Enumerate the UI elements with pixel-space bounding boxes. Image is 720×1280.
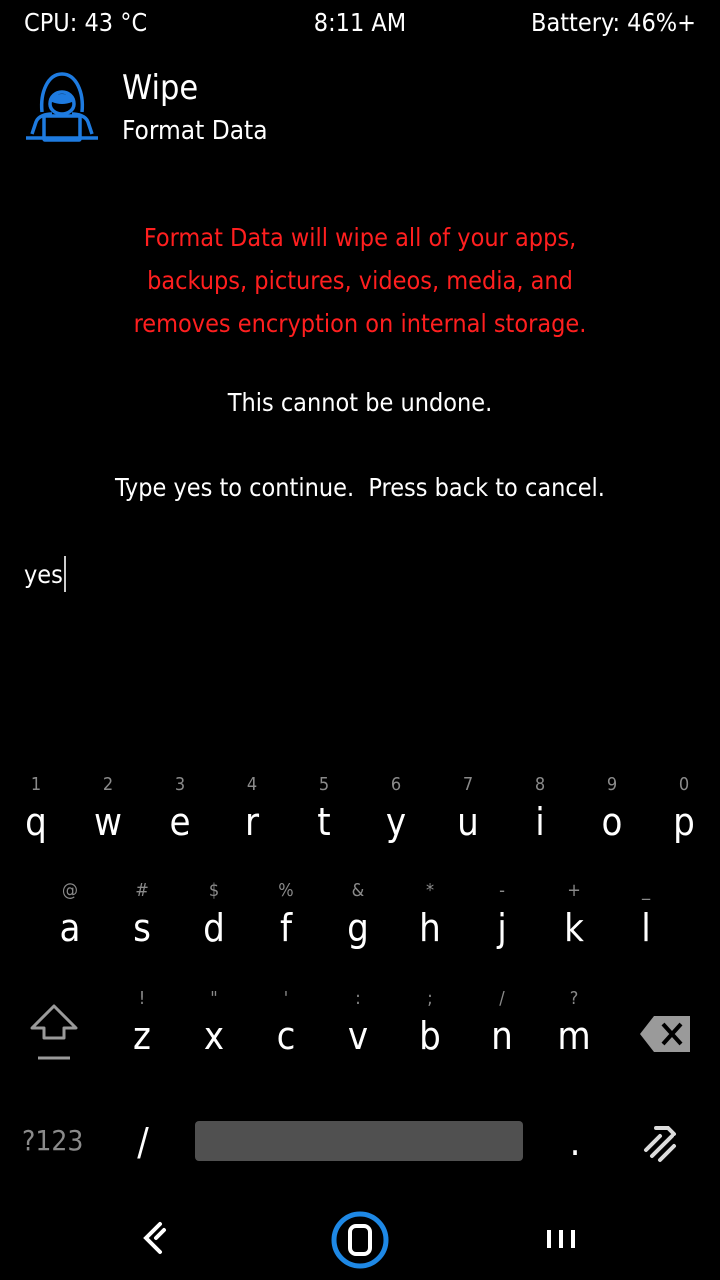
key-label: y [385,800,407,844]
warning-line: backups, pictures, videos, media, and [147,266,573,295]
key-hint: 1 [30,774,42,795]
key-label: s [133,906,151,950]
key-label: i [535,800,545,844]
warning-message: Format Data will wipe all of your apps, … [0,216,720,345]
key-hint: # [135,880,149,901]
key-label: k [564,906,584,950]
key-hint: 3 [174,774,186,795]
key-label: u [457,800,479,844]
key-hint: 7 [462,774,474,795]
key-hint: 4 [246,774,258,795]
key-label: g [347,906,369,950]
irreversible-notice: This cannot be undone. [227,388,493,417]
home-icon[interactable] [330,1210,390,1270]
warning-line: Format Data will wipe all of your apps, [143,223,577,252]
key-hint: ' [283,988,289,1009]
key-hint: _ [641,880,651,901]
symbols-key[interactable]: ?123 [22,1124,83,1157]
key-hint: 6 [390,774,402,795]
enter-icon[interactable] [638,1120,682,1164]
confirm-prompt: Type yes to continue. Press back to canc… [115,473,605,502]
key-label: j [497,906,507,950]
key-hint: @ [61,880,79,901]
key-hint: ; [427,988,433,1009]
slash-key[interactable]: / [128,1120,158,1164]
page-title: Wipe [122,68,199,108]
key-hint: " [210,988,218,1009]
key-label: w [94,800,122,844]
key-hint: - [499,880,505,901]
key-label: b [419,1014,441,1058]
space-bar[interactable] [195,1121,523,1161]
shift-icon[interactable] [28,1000,80,1066]
key-label: r [244,800,260,844]
key-hint: & [351,880,365,901]
warning-line: removes encryption on internal storage. [133,309,587,338]
recents-icon[interactable] [544,1226,578,1252]
status-bar: CPU: 43 °C 8:11 AM Battery: 46%+ [0,0,720,46]
key-label: z [133,1014,151,1058]
backspace-icon[interactable] [638,1012,694,1056]
key-label: x [203,1014,225,1058]
battery-status: Battery: 46%+ [531,8,696,37]
key-label: h [419,906,441,950]
key-label: n [491,1014,513,1058]
key-label: q [25,800,47,844]
key-label: o [601,800,623,844]
key-hint: * [425,880,435,901]
key-label: p [673,800,695,844]
key-hint: % [278,880,294,901]
key-hint: 9 [606,774,618,795]
key-label: l [641,906,651,950]
page-subtitle: Format Data [122,116,268,146]
back-icon[interactable] [138,1218,170,1258]
key-label: m [557,1014,591,1058]
key-hint: 8 [534,774,546,795]
key-hint: ! [138,988,146,1009]
period-key[interactable]: . [560,1120,590,1164]
key-hint: 5 [318,774,330,795]
key-hint: + [567,880,581,901]
key-label: e [169,800,191,844]
key-hint: $ [208,880,220,901]
key-hint: : [355,988,361,1009]
text-cursor [63,556,66,592]
key-hint: 0 [678,774,690,795]
key-label: c [276,1014,296,1058]
key-label: t [317,800,331,844]
confirm-input[interactable]: yes [24,556,66,594]
key-label: v [347,1014,369,1058]
key-label: a [59,906,81,950]
hacker-logo-icon [22,68,102,148]
key-hint: 2 [102,774,114,795]
key-label: f [279,906,293,950]
confirm-input-value: yes [24,560,63,589]
key-hint: ? [569,988,579,1009]
key-label: d [203,906,225,950]
key-hint: / [499,988,505,1009]
